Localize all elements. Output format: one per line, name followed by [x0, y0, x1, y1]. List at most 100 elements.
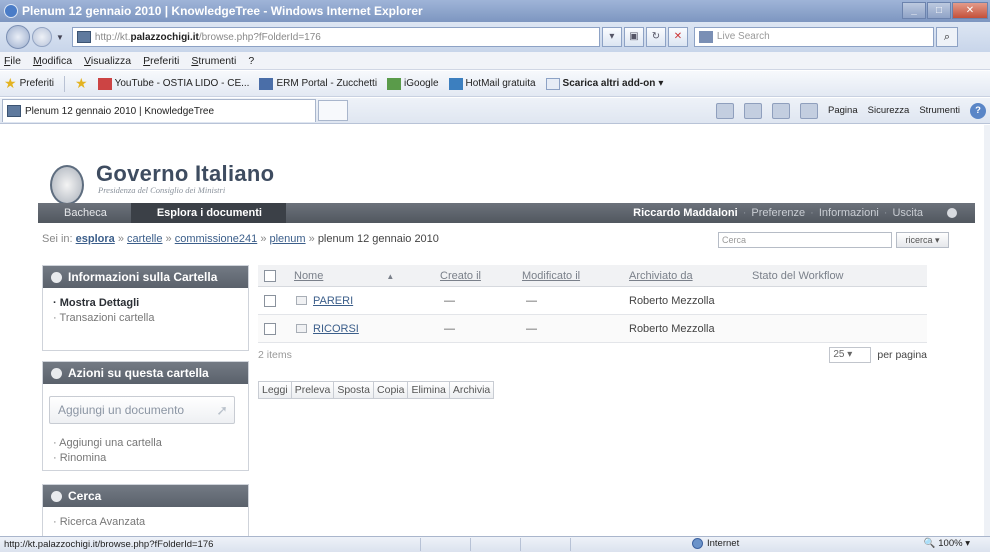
- breadcrumb-plenum[interactable]: plenum: [270, 233, 306, 245]
- zoom-control[interactable]: 🔍 100% ▾: [924, 538, 970, 549]
- folder-info-box: Informazioni sulla Cartella · Mostra Det…: [42, 265, 249, 351]
- mostra-dettagli-label: Mostra Dettagli: [59, 297, 140, 309]
- favorite-igoogle[interactable]: iGoogle: [387, 77, 439, 90]
- action-archivia[interactable]: Archivia: [448, 381, 495, 399]
- favorite-label: HotMail gratuita: [465, 78, 536, 89]
- menu-modifica[interactable]: Modifica: [33, 55, 72, 67]
- collapse-icon[interactable]: [51, 367, 62, 379]
- advanced-search-link[interactable]: · Ricerca Avanzata: [53, 515, 238, 530]
- back-button[interactable]: [6, 25, 30, 49]
- sicurezza-menu[interactable]: Sicurezza: [868, 105, 910, 116]
- action-sposta[interactable]: Sposta: [333, 381, 375, 399]
- main-nav: Bacheca Esplora i documenti Riccardo Mad…: [38, 203, 975, 223]
- nav-bacheca[interactable]: Bacheca: [38, 203, 131, 223]
- breadcrumb-cartelle[interactable]: cartelle: [127, 233, 162, 245]
- favorite-hotmail[interactable]: HotMail gratuita: [448, 77, 536, 90]
- menu-strumenti[interactable]: Strumenti: [191, 55, 236, 67]
- column-nome[interactable]: Nome ▲: [294, 270, 440, 282]
- add-folder-link[interactable]: · Aggiungi una cartella: [53, 436, 238, 451]
- print-icon[interactable]: [800, 102, 819, 119]
- folder-link-ricorsi[interactable]: RICORSI: [313, 323, 359, 335]
- folder-actions-header: Azioni su questa cartella: [43, 362, 248, 384]
- favorite-youtube[interactable]: YouTube - OSTIA LIDO - CE...: [97, 77, 249, 90]
- url-domain: palazzochigi.it: [130, 31, 199, 43]
- add-document-button[interactable]: Aggiungi un documento ➚: [49, 396, 235, 424]
- url-input[interactable]: http://kt. palazzochigi.it/browse.php?fFo…: [71, 27, 600, 47]
- mail-icon[interactable]: [772, 102, 791, 119]
- knowledgetree-page: Governo Italiano Presidenza del Consigli…: [38, 125, 978, 536]
- info-icon[interactable]: [947, 208, 957, 218]
- strumenti-menu[interactable]: Strumenti: [919, 105, 960, 116]
- nav-informazioni[interactable]: Informazioni: [819, 207, 879, 219]
- search-box-title: Cerca: [68, 489, 102, 503]
- chevron-down-icon: ▾: [658, 78, 664, 89]
- favorites-button[interactable]: ★ Preferiti: [4, 75, 54, 92]
- collapse-icon[interactable]: [51, 490, 62, 502]
- status-panel: [520, 538, 570, 551]
- search-icon[interactable]: ⌕: [935, 27, 958, 47]
- column-modificato[interactable]: Modificato il: [522, 270, 629, 282]
- column-creato[interactable]: Creato il: [440, 270, 522, 282]
- forward-button[interactable]: [32, 27, 52, 47]
- collapse-icon[interactable]: [51, 271, 62, 283]
- action-elimina[interactable]: Elimina: [407, 381, 450, 399]
- help-icon[interactable]: ?: [970, 102, 986, 119]
- column-archiviato[interactable]: Archiviato da: [629, 270, 752, 282]
- row-checkbox[interactable]: [264, 294, 276, 307]
- nav-uscita[interactable]: Uscita: [892, 207, 923, 219]
- divider: ·: [810, 207, 814, 219]
- site-favicon-icon: [76, 31, 91, 43]
- zoom-level: 100%: [938, 538, 963, 549]
- action-copia[interactable]: Copia: [373, 381, 409, 399]
- nav-esplora-documenti[interactable]: Esplora i documenti: [130, 203, 286, 223]
- folder-link-pareri[interactable]: PARERI: [313, 295, 353, 307]
- security-zone[interactable]: Internet: [692, 538, 739, 549]
- tab-active[interactable]: Plenum 12 gennaio 2010 | KnowledgeTree: [2, 99, 316, 122]
- add-favorite-icon[interactable]: ★: [75, 75, 88, 92]
- stop-icon[interactable]: ✕: [667, 27, 688, 47]
- search-button[interactable]: ricerca ▾: [896, 232, 949, 248]
- action-preleva[interactable]: Preleva: [290, 381, 335, 399]
- search-button-label: ricerca: [905, 235, 933, 245]
- menu-visualizza[interactable]: Visualizza: [84, 55, 131, 67]
- favorite-erm-portal[interactable]: ERM Portal - Zucchetti: [259, 77, 377, 90]
- nav-preferenze[interactable]: Preferenze: [751, 207, 805, 219]
- live-search-input[interactable]: Live Search: [693, 27, 934, 47]
- window-title: Plenum 12 gennaio 2010 | KnowledgeTree -…: [22, 4, 423, 18]
- per-page-select[interactable]: 25 ▾: [829, 347, 872, 363]
- transazioni-cartella-link[interactable]: · Transazioni cartella: [53, 311, 238, 326]
- breadcrumb-esplora[interactable]: esplora: [76, 233, 115, 245]
- compatibility-icon[interactable]: ▣: [623, 27, 644, 47]
- owner-cell: Roberto Mezzolla: [629, 322, 715, 335]
- page-search-input[interactable]: Cerca: [718, 232, 892, 248]
- breadcrumb-commissione241[interactable]: commissione241: [175, 233, 258, 245]
- history-dropdown-icon[interactable]: ▼: [56, 33, 64, 42]
- divider: [64, 75, 66, 92]
- table-row: RICORSI — — Roberto Mezzolla: [258, 315, 927, 343]
- maximize-button[interactable]: □: [927, 2, 951, 19]
- menu-help[interactable]: ?: [248, 55, 254, 67]
- refresh-icon[interactable]: ↻: [645, 27, 666, 47]
- action-leggi[interactable]: Leggi: [258, 381, 292, 399]
- close-button[interactable]: ✕: [952, 2, 988, 19]
- favorite-addons[interactable]: Scarica altri add-on ▾: [545, 77, 664, 90]
- minimize-button[interactable]: _: [902, 2, 926, 19]
- youtube-icon: [97, 77, 112, 90]
- menu-file[interactable]: File: [4, 55, 21, 67]
- divider: ·: [883, 207, 888, 219]
- home-icon[interactable]: [716, 102, 735, 119]
- pagina-menu[interactable]: Pagina: [828, 105, 858, 116]
- feeds-icon[interactable]: [744, 102, 763, 119]
- new-tab-button[interactable]: [318, 100, 348, 121]
- select-all-checkbox[interactable]: [264, 269, 276, 282]
- page-content: Governo Italiano Presidenza del Consigli…: [0, 125, 990, 536]
- vertical-scrollbar[interactable]: [984, 125, 990, 536]
- url-dropdown-icon[interactable]: ▾: [601, 27, 622, 47]
- folder-actions-body: Aggiungi un documento ➚ · Aggiungi una c…: [43, 384, 248, 474]
- zone-label: Internet: [707, 538, 740, 549]
- mostra-dettagli-link[interactable]: · Mostra Dettagli: [53, 296, 238, 311]
- status-panels: [420, 538, 620, 551]
- rename-link[interactable]: · Rinomina: [53, 451, 238, 466]
- row-checkbox[interactable]: [264, 322, 276, 335]
- menu-preferiti[interactable]: Preferiti: [143, 55, 179, 67]
